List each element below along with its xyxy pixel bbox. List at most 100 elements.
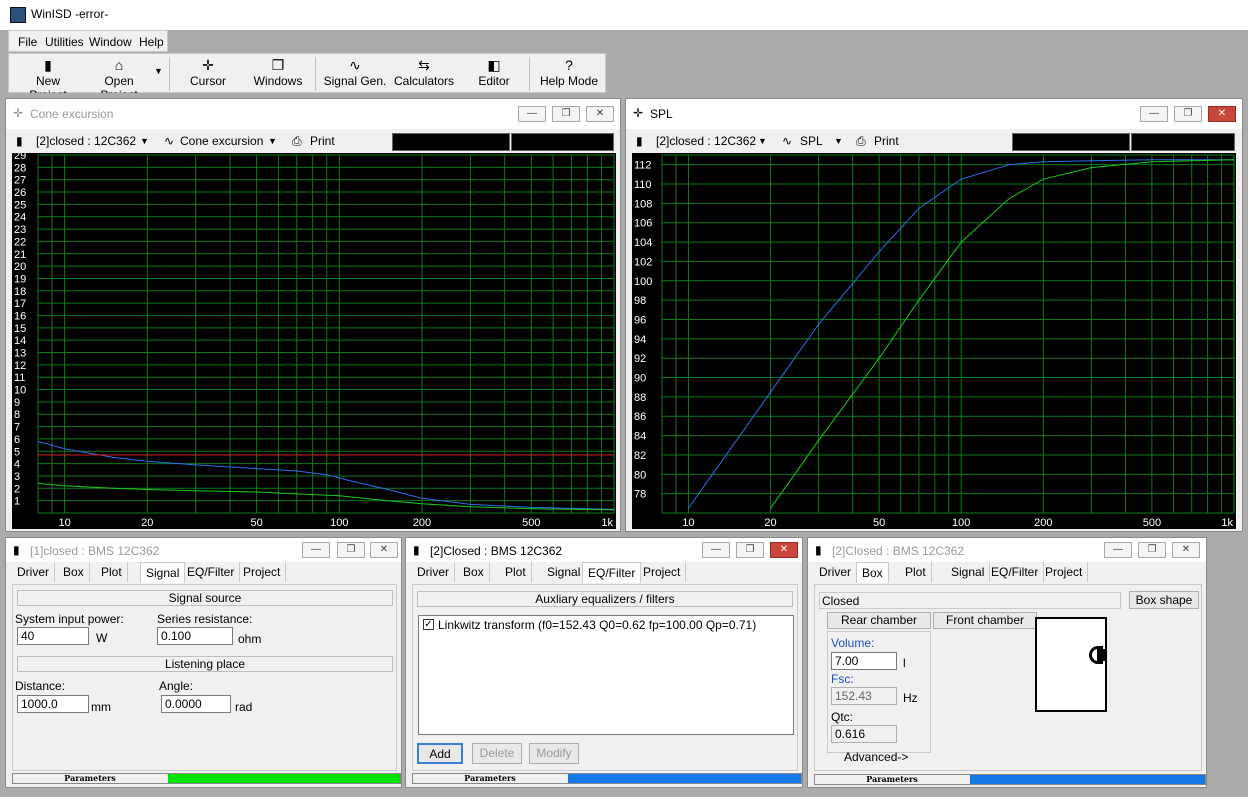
tab-box[interactable]: Box xyxy=(856,562,889,583)
y-tick-label: 4 xyxy=(14,459,20,471)
minimize-button[interactable]: — xyxy=(302,542,330,558)
crosshair-icon: ✛ xyxy=(13,106,24,120)
y-tick-label: 7 xyxy=(14,422,20,434)
angle-input[interactable]: 0.0000 xyxy=(161,695,231,713)
spl-project-select[interactable]: [2]closed : 12C362 xyxy=(656,132,756,150)
angle-unit: rad xyxy=(235,700,253,714)
plot-frame xyxy=(661,154,1235,514)
main-toolbar: ▮New Project ⌂Open Project ▼ ✛Cursor ❐Wi… xyxy=(8,53,606,102)
help-mode-button[interactable]: ? Help Mode xyxy=(537,56,601,92)
chevron-down-icon[interactable]: ▼ xyxy=(758,132,767,150)
listening-place-header[interactable]: Listening place xyxy=(17,656,393,672)
eq-filter-list[interactable]: ✓ Linkwitz transform (f0=152.43 Q0=0.62 … xyxy=(418,615,794,735)
spl-graph-select[interactable]: SPL xyxy=(800,132,823,150)
tab-signal[interactable]: Signal xyxy=(946,562,991,582)
advanced-link[interactable]: Advanced-> xyxy=(844,750,908,764)
tab-eq-filter[interactable]: EQ/Filter xyxy=(182,562,241,582)
chevron-down-icon[interactable]: ▼ xyxy=(834,132,843,150)
spl-window-titlebar[interactable]: ✛ SPL — ❐ ✕ xyxy=(626,99,1242,129)
tab-plot[interactable]: Plot xyxy=(500,562,532,582)
calculators-button[interactable]: ⇆ Calculators xyxy=(393,56,455,92)
volume-input[interactable]: 7.00 xyxy=(831,652,897,670)
windows-button[interactable]: ❐ Windows xyxy=(249,56,307,92)
signal-window-titlebar[interactable]: ▮ [1]closed : BMS 12C362 — ❐ ✕ xyxy=(6,538,401,562)
x-tick-label: 1k xyxy=(601,517,613,529)
y-tick-label: 18 xyxy=(14,286,26,298)
minimize-button[interactable]: — xyxy=(518,106,546,122)
tab-plot[interactable]: Plot xyxy=(900,562,932,582)
minimize-button[interactable]: — xyxy=(1140,106,1168,122)
spl-print-button[interactable]: Print xyxy=(874,132,899,150)
tab-project[interactable]: Project xyxy=(1040,562,1089,582)
resistance-input[interactable]: 0.100 xyxy=(157,627,233,645)
chevron-down-icon[interactable]: ▼ xyxy=(140,132,149,150)
close-button[interactable]: ✕ xyxy=(770,542,798,558)
rear-chamber-button[interactable]: Rear chamber xyxy=(827,612,931,629)
cone-print-button[interactable]: Print xyxy=(310,132,335,150)
chevron-down-icon[interactable]: ▼ xyxy=(268,132,277,150)
eq-window-titlebar[interactable]: ▮ [2]Closed : BMS 12C362 — ❐ ✕ xyxy=(406,538,802,562)
cone-graph-select[interactable]: Cone excursion xyxy=(180,132,263,150)
cone-window-titlebar[interactable]: ✛ Cone excursion — ❐ ✕ xyxy=(6,99,620,129)
power-input[interactable]: 40 xyxy=(17,627,89,645)
calculators-icon: ⇆ xyxy=(418,57,430,73)
box-type-field: Closed xyxy=(819,592,1121,609)
maximize-button[interactable]: ❐ xyxy=(1174,106,1202,122)
resistance-label: Series resistance: xyxy=(157,612,253,626)
maximize-button[interactable]: ❐ xyxy=(337,542,365,558)
y-tick-label: 106 xyxy=(634,218,652,230)
close-button[interactable]: ✕ xyxy=(1172,542,1200,558)
close-button[interactable]: ✕ xyxy=(1208,106,1236,122)
tab-project[interactable]: Project xyxy=(638,562,687,582)
tab-box[interactable]: Box xyxy=(458,562,490,582)
status-bar: Parameters xyxy=(12,773,401,784)
tab-eq-filter[interactable]: EQ/Filter xyxy=(582,562,642,583)
box-shape-button[interactable]: Box shape xyxy=(1129,591,1199,609)
checkbox-checked-icon[interactable]: ✓ xyxy=(423,619,434,630)
signal-source-header[interactable]: Signal source xyxy=(17,590,393,606)
cone-excursion-plot[interactable]: 1234567891011121314151617181920212223242… xyxy=(12,153,616,529)
volume-unit: l xyxy=(903,656,906,670)
close-button[interactable]: ✕ xyxy=(586,106,614,122)
maximize-button[interactable]: ❐ xyxy=(552,106,580,122)
minimize-button[interactable]: — xyxy=(1104,542,1132,558)
tab-signal[interactable]: Signal xyxy=(542,562,587,582)
spl-plot[interactable]: 78 80 82 84 86 88 90 92 94 96 98 100 102 104 106 108 110… xyxy=(632,153,1236,529)
signal-gen-button[interactable]: ∿ Signal Gen. xyxy=(323,56,387,92)
tab-signal[interactable]: Signal xyxy=(140,562,186,583)
tab-driver[interactable]: Driver xyxy=(12,562,55,582)
open-project-dropdown-icon[interactable]: ▼ xyxy=(154,66,163,76)
maximize-button[interactable]: ❐ xyxy=(736,542,764,558)
cursor-button[interactable]: ✛ Cursor xyxy=(181,56,235,92)
y-tick-label: 9 xyxy=(14,397,20,409)
menu-file[interactable]: File xyxy=(18,35,37,49)
box-window-titlebar[interactable]: ▮ [2]Closed : BMS 12C362 — ❐ ✕ xyxy=(808,538,1206,562)
editor-button[interactable]: ◧ Editor xyxy=(469,56,519,92)
tab-eq-filter[interactable]: EQ/Filter xyxy=(986,562,1045,582)
minimize-button[interactable]: — xyxy=(702,542,730,558)
menu-utilities[interactable]: Utilities xyxy=(45,35,84,49)
front-chamber-button[interactable]: Front chamber xyxy=(933,612,1037,629)
tab-project[interactable]: Project xyxy=(238,562,287,582)
menu-help[interactable]: Help xyxy=(139,35,164,49)
new-project-button[interactable]: ▮New Project xyxy=(17,56,79,102)
tab-driver[interactable]: Driver xyxy=(814,562,857,582)
distance-input[interactable]: 1000.0 xyxy=(17,695,89,713)
menu-window[interactable]: Window xyxy=(89,35,132,49)
tab-driver[interactable]: Driver xyxy=(412,562,455,582)
add-button[interactable]: Add xyxy=(417,743,463,764)
list-item[interactable]: Linkwitz transform (f0=152.43 Q0=0.62 fp… xyxy=(438,618,756,632)
aux-equalizers-header[interactable]: Auxliary equalizers / filters xyxy=(417,591,793,607)
tab-plot[interactable]: Plot xyxy=(96,562,128,582)
delete-button[interactable]: Delete xyxy=(472,743,522,764)
distance-label: Distance: xyxy=(15,679,66,693)
y-tick-label: 108 xyxy=(634,198,652,210)
tab-box[interactable]: Box xyxy=(58,562,90,582)
modify-button[interactable]: Modify xyxy=(529,743,579,764)
cone-project-select[interactable]: [2]closed : 12C362 xyxy=(36,132,136,150)
open-project-button[interactable]: ⌂Open Project xyxy=(84,56,154,102)
y-tick-label: 112 xyxy=(634,160,652,172)
maximize-button[interactable]: ❐ xyxy=(1138,542,1166,558)
y-tick-label: 14 xyxy=(14,335,26,347)
close-button[interactable]: ✕ xyxy=(370,542,398,558)
